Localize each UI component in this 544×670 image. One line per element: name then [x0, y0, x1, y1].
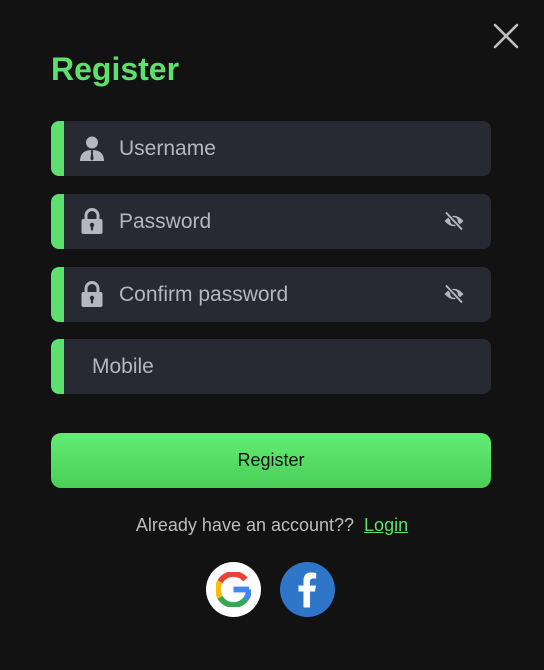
password-field: [51, 194, 491, 249]
username-field: [51, 121, 491, 176]
confirm-password-input[interactable]: [119, 267, 419, 322]
user-icon: [80, 136, 104, 161]
eye-off-icon[interactable]: [443, 284, 465, 304]
register-button[interactable]: Register: [51, 433, 491, 488]
eye-off-icon[interactable]: [443, 211, 465, 231]
login-prompt: Already have an account?? Login: [0, 514, 544, 536]
page-title: Register: [51, 51, 180, 87]
username-input[interactable]: [119, 121, 479, 176]
login-link[interactable]: Login: [364, 515, 408, 535]
mobile-field: [51, 339, 491, 394]
close-icon[interactable]: [490, 20, 522, 52]
account-prompt-text: Already have an account??: [135, 515, 355, 535]
password-input[interactable]: [119, 194, 419, 249]
mobile-input[interactable]: [92, 339, 482, 394]
google-login-button[interactable]: [206, 562, 261, 617]
register-modal: Register Username Mobile Register Alread…: [0, 0, 544, 670]
lock-icon: [81, 281, 103, 307]
lock-icon: [81, 208, 103, 234]
facebook-login-button[interactable]: [280, 562, 335, 617]
confirm-password-field: [51, 267, 491, 322]
facebook-icon: [298, 572, 317, 608]
google-icon: [216, 572, 251, 607]
